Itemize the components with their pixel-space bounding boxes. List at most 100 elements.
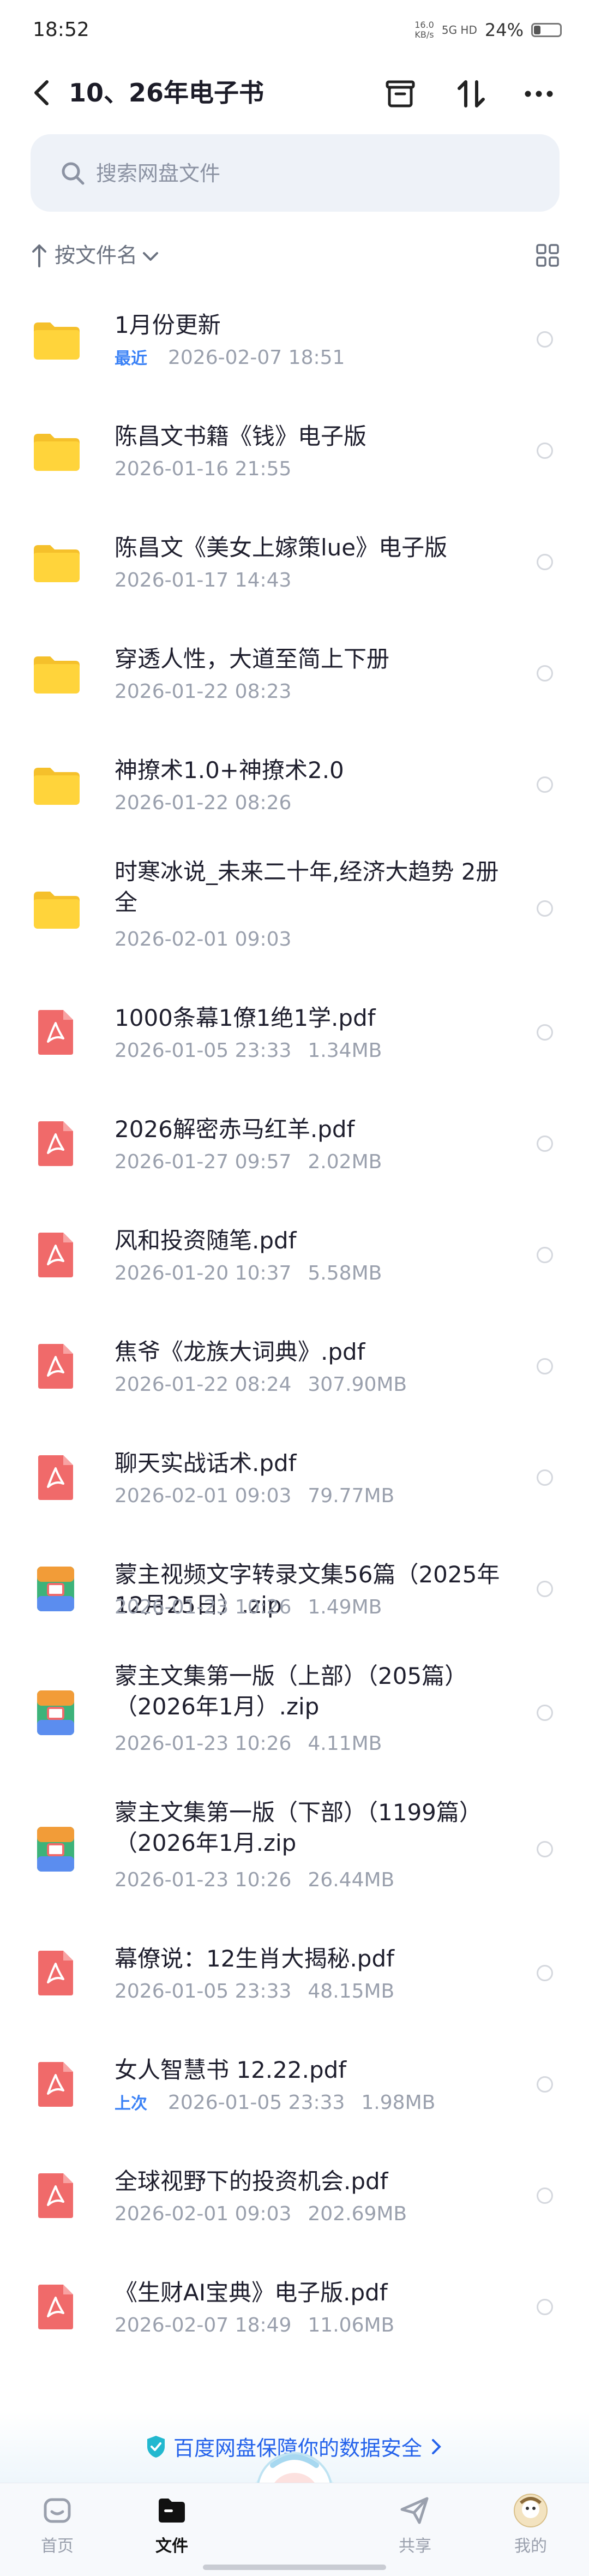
select-radio[interactable] (537, 1469, 553, 1486)
folder-row[interactable]: 陈昌文书籍《钱》电子版 2026-01-16 21:55 (0, 395, 589, 506)
file-meta: 2026-01-23 10:26 26.44MB (115, 1867, 394, 1893)
file-size: 79.77MB (308, 1485, 395, 1507)
select-radio[interactable] (537, 900, 553, 917)
nav-mine-label: 我的 (514, 2537, 547, 2556)
zip-icon (37, 1567, 74, 1611)
pdf-icon (38, 1344, 73, 1389)
folder-icon (34, 434, 80, 471)
file-size: 5.58MB (308, 1262, 382, 1284)
file-row[interactable]: 蒙主文集第一版（下部）（1199篇）（2026年1月.zip 2026-01-23… (0, 1781, 589, 1917)
file-size: 1.49MB (308, 1596, 382, 1618)
select-radio[interactable] (537, 1247, 553, 1263)
nav-mine[interactable]: 我的 (490, 2493, 572, 2556)
file-row[interactable]: 全球视野下的投资机会.pdf 2026-02-01 09:03 202.69MB (0, 2140, 589, 2251)
sort-ascending-icon[interactable] (31, 242, 48, 268)
nav-home[interactable]: 首页 (16, 2493, 98, 2556)
file-meta: 2026-02-01 09:03 202.69MB (115, 2201, 407, 2227)
select-radio[interactable] (537, 1965, 553, 1981)
file-meta: 2026-01-16 21:55 (115, 456, 291, 482)
folder-icon (34, 768, 80, 805)
archive-icon[interactable] (383, 76, 418, 111)
file-date: 2026-02-07 18:49 (115, 2314, 292, 2336)
file-meta: 2026-01-17 14:43 (115, 567, 291, 594)
file-meta: 最近 2026-02-07 18:51 (115, 345, 345, 372)
status-right: 16.0 KB/s 5G HD 24% (414, 20, 562, 40)
folder-row[interactable]: 时寒冰说_未来二十年,经济大趋势 2册全 2026-02-01 09:03 (0, 840, 589, 977)
file-row[interactable]: 《生财AI宝典》电子版.pdf 2026-02-07 18:49 11.06MB (0, 2251, 589, 2363)
select-radio[interactable] (537, 554, 553, 570)
folder-icon (34, 545, 80, 582)
nav-files[interactable]: 文件 (131, 2493, 213, 2556)
pdf-icon (38, 2062, 73, 2107)
folder-icon (34, 656, 80, 694)
select-radio[interactable] (537, 1581, 553, 1597)
select-radio[interactable] (537, 1024, 553, 1041)
back-arrow-icon[interactable] (26, 76, 59, 109)
file-meta: 2026-01-23 10:26 1.49MB (115, 1594, 382, 1621)
file-date: 2026-01-20 10:37 (115, 1262, 292, 1284)
select-radio[interactable] (537, 665, 553, 682)
select-radio[interactable] (537, 443, 553, 459)
file-size: 4.11MB (308, 1732, 382, 1755)
select-radio[interactable] (537, 1705, 553, 1721)
pdf-icon (38, 2173, 73, 2218)
select-radio[interactable] (537, 776, 553, 793)
file-row[interactable]: 女人智慧书 12.22.pdf 上次 2026-01-05 23:33 1.98MB (0, 2029, 589, 2140)
file-date: 2026-01-17 14:43 (115, 569, 292, 591)
search-bar[interactable]: 搜索网盘文件 (31, 134, 560, 212)
file-meta: 2026-01-05 23:33 1.34MB (115, 1038, 382, 1064)
file-date: 2026-01-23 10:26 (115, 1869, 292, 1891)
folder-row[interactable]: 神撩术1.0+神撩术2.0 2026-01-22 08:26 (0, 729, 589, 840)
file-row[interactable]: 1000条幕1僚1绝1学.pdf 2026-01-05 23:33 1.34MB (0, 977, 589, 1088)
battery-icon (531, 23, 562, 37)
shield-icon (147, 2435, 165, 2458)
net-speed-unit: KB/s (414, 29, 434, 40)
nav-share[interactable]: 共享 (374, 2493, 456, 2556)
file-size: 11.06MB (308, 2314, 395, 2336)
nav-share-label: 共享 (399, 2537, 431, 2556)
file-name: 穿透人性，大道至简上下册 (115, 646, 390, 672)
file-meta: 2026-02-07 18:49 11.06MB (115, 2312, 394, 2339)
file-name: 幕僚说：12生肖大揭秘.pdf (115, 1945, 394, 1972)
pdf-icon (38, 1455, 73, 1500)
select-radio[interactable] (537, 2299, 553, 2315)
file-name: 蒙主文集第一版（下部）（1199篇）（2026年1月.zip (115, 1799, 482, 1856)
file-meta: 2026-01-05 23:33 48.15MB (115, 1979, 394, 2005)
file-date: 2026-02-01 09:03 (115, 2203, 292, 2225)
top-bar: 10、26年电子书 (0, 64, 589, 124)
sort-by-name[interactable]: 按文件名 (55, 242, 137, 268)
file-row[interactable]: 蒙主视频文字转录文集56篇（2025年12月25日）.zip 2026-01-23… (0, 1533, 589, 1645)
file-size: 307.90MB (308, 1373, 407, 1396)
file-row[interactable]: 蒙主文集第一版（上部）（205篇）（2026年1月）.zip 2026-01-23… (0, 1645, 589, 1781)
zip-icon (37, 1827, 74, 1872)
file-date: 2026-02-01 09:03 (115, 928, 292, 951)
file-row[interactable]: 焦爷《龙族大词典》.pdf 2026-01-22 08:24 307.90MB (0, 1311, 589, 1422)
file-date: 2026-02-07 18:51 (168, 346, 345, 369)
file-meta: 2026-01-22 08:26 (115, 790, 291, 816)
file-name: 焦爷《龙族大词典》.pdf (115, 1338, 365, 1365)
chevron-down-icon[interactable] (141, 247, 160, 266)
file-meta: 2026-02-01 09:03 (115, 927, 291, 953)
file-meta: 2026-01-27 09:57 2.02MB (115, 1149, 382, 1175)
file-row[interactable]: 2026解密赤马红羊.pdf 2026-01-27 09:57 2.02MB (0, 1088, 589, 1199)
select-radio[interactable] (537, 1135, 553, 1152)
select-radio[interactable] (537, 1841, 553, 1857)
select-radio[interactable] (537, 1358, 553, 1374)
folder-row[interactable]: 1月份更新 最近 2026-02-07 18:51 (0, 284, 589, 395)
file-row[interactable]: 聊天实战话术.pdf 2026-02-01 09:03 79.77MB (0, 1422, 589, 1533)
file-name: 风和投资随笔.pdf (115, 1227, 297, 1254)
more-icon[interactable] (521, 76, 556, 111)
select-radio[interactable] (537, 2076, 553, 2093)
folder-row[interactable]: 穿透人性，大道至简上下册 2026-01-22 08:23 (0, 618, 589, 729)
file-meta: 2026-01-22 08:24 307.90MB (115, 1372, 407, 1398)
file-date: 2026-02-01 09:03 (115, 1485, 292, 1507)
sort-toggle-icon[interactable] (454, 76, 489, 111)
select-radio[interactable] (537, 331, 553, 348)
select-radio[interactable] (537, 2187, 553, 2204)
file-name: 《生财AI宝典》电子版.pdf (115, 2279, 388, 2306)
file-row[interactable]: 风和投资随笔.pdf 2026-01-20 10:37 5.58MB (0, 1199, 589, 1311)
file-row[interactable]: 幕僚说：12生肖大揭秘.pdf 2026-01-05 23:33 48.15MB (0, 1917, 589, 2029)
grid-view-icon[interactable] (536, 243, 560, 267)
home-indicator (203, 2565, 386, 2570)
folder-row[interactable]: 陈昌文《美女上嫁策lue》电子版 2026-01-17 14:43 (0, 506, 589, 618)
